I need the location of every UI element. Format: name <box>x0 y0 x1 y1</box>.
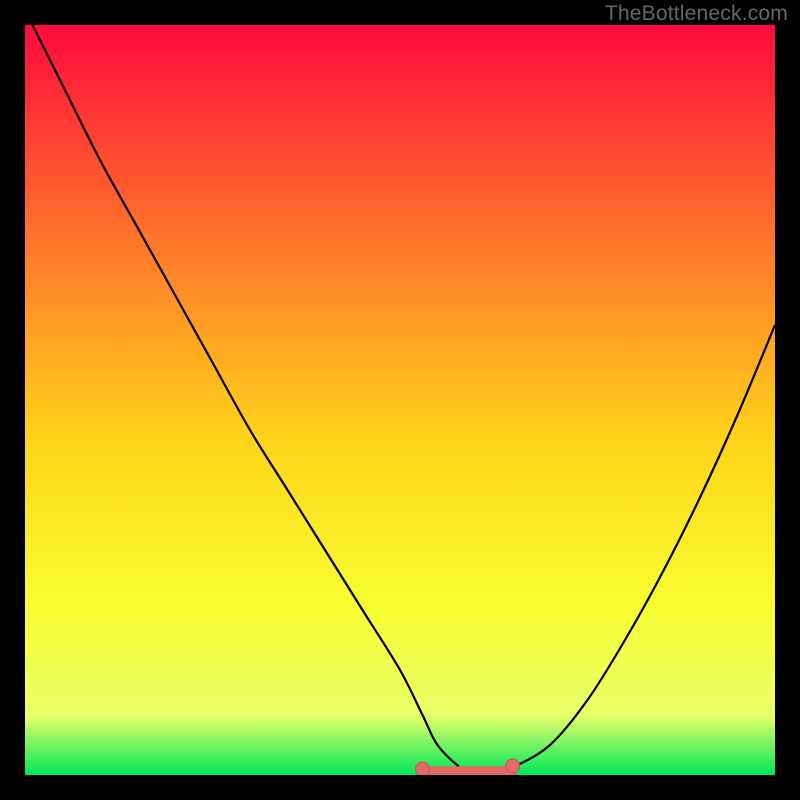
gradient-background <box>25 25 775 775</box>
plot-area <box>25 25 775 775</box>
bottleneck-chart <box>25 25 775 775</box>
range-marker <box>506 759 520 773</box>
chart-frame: TheBottleneck.com <box>0 0 800 800</box>
watermark-text: TheBottleneck.com <box>605 2 788 26</box>
range-marker <box>416 762 430 775</box>
